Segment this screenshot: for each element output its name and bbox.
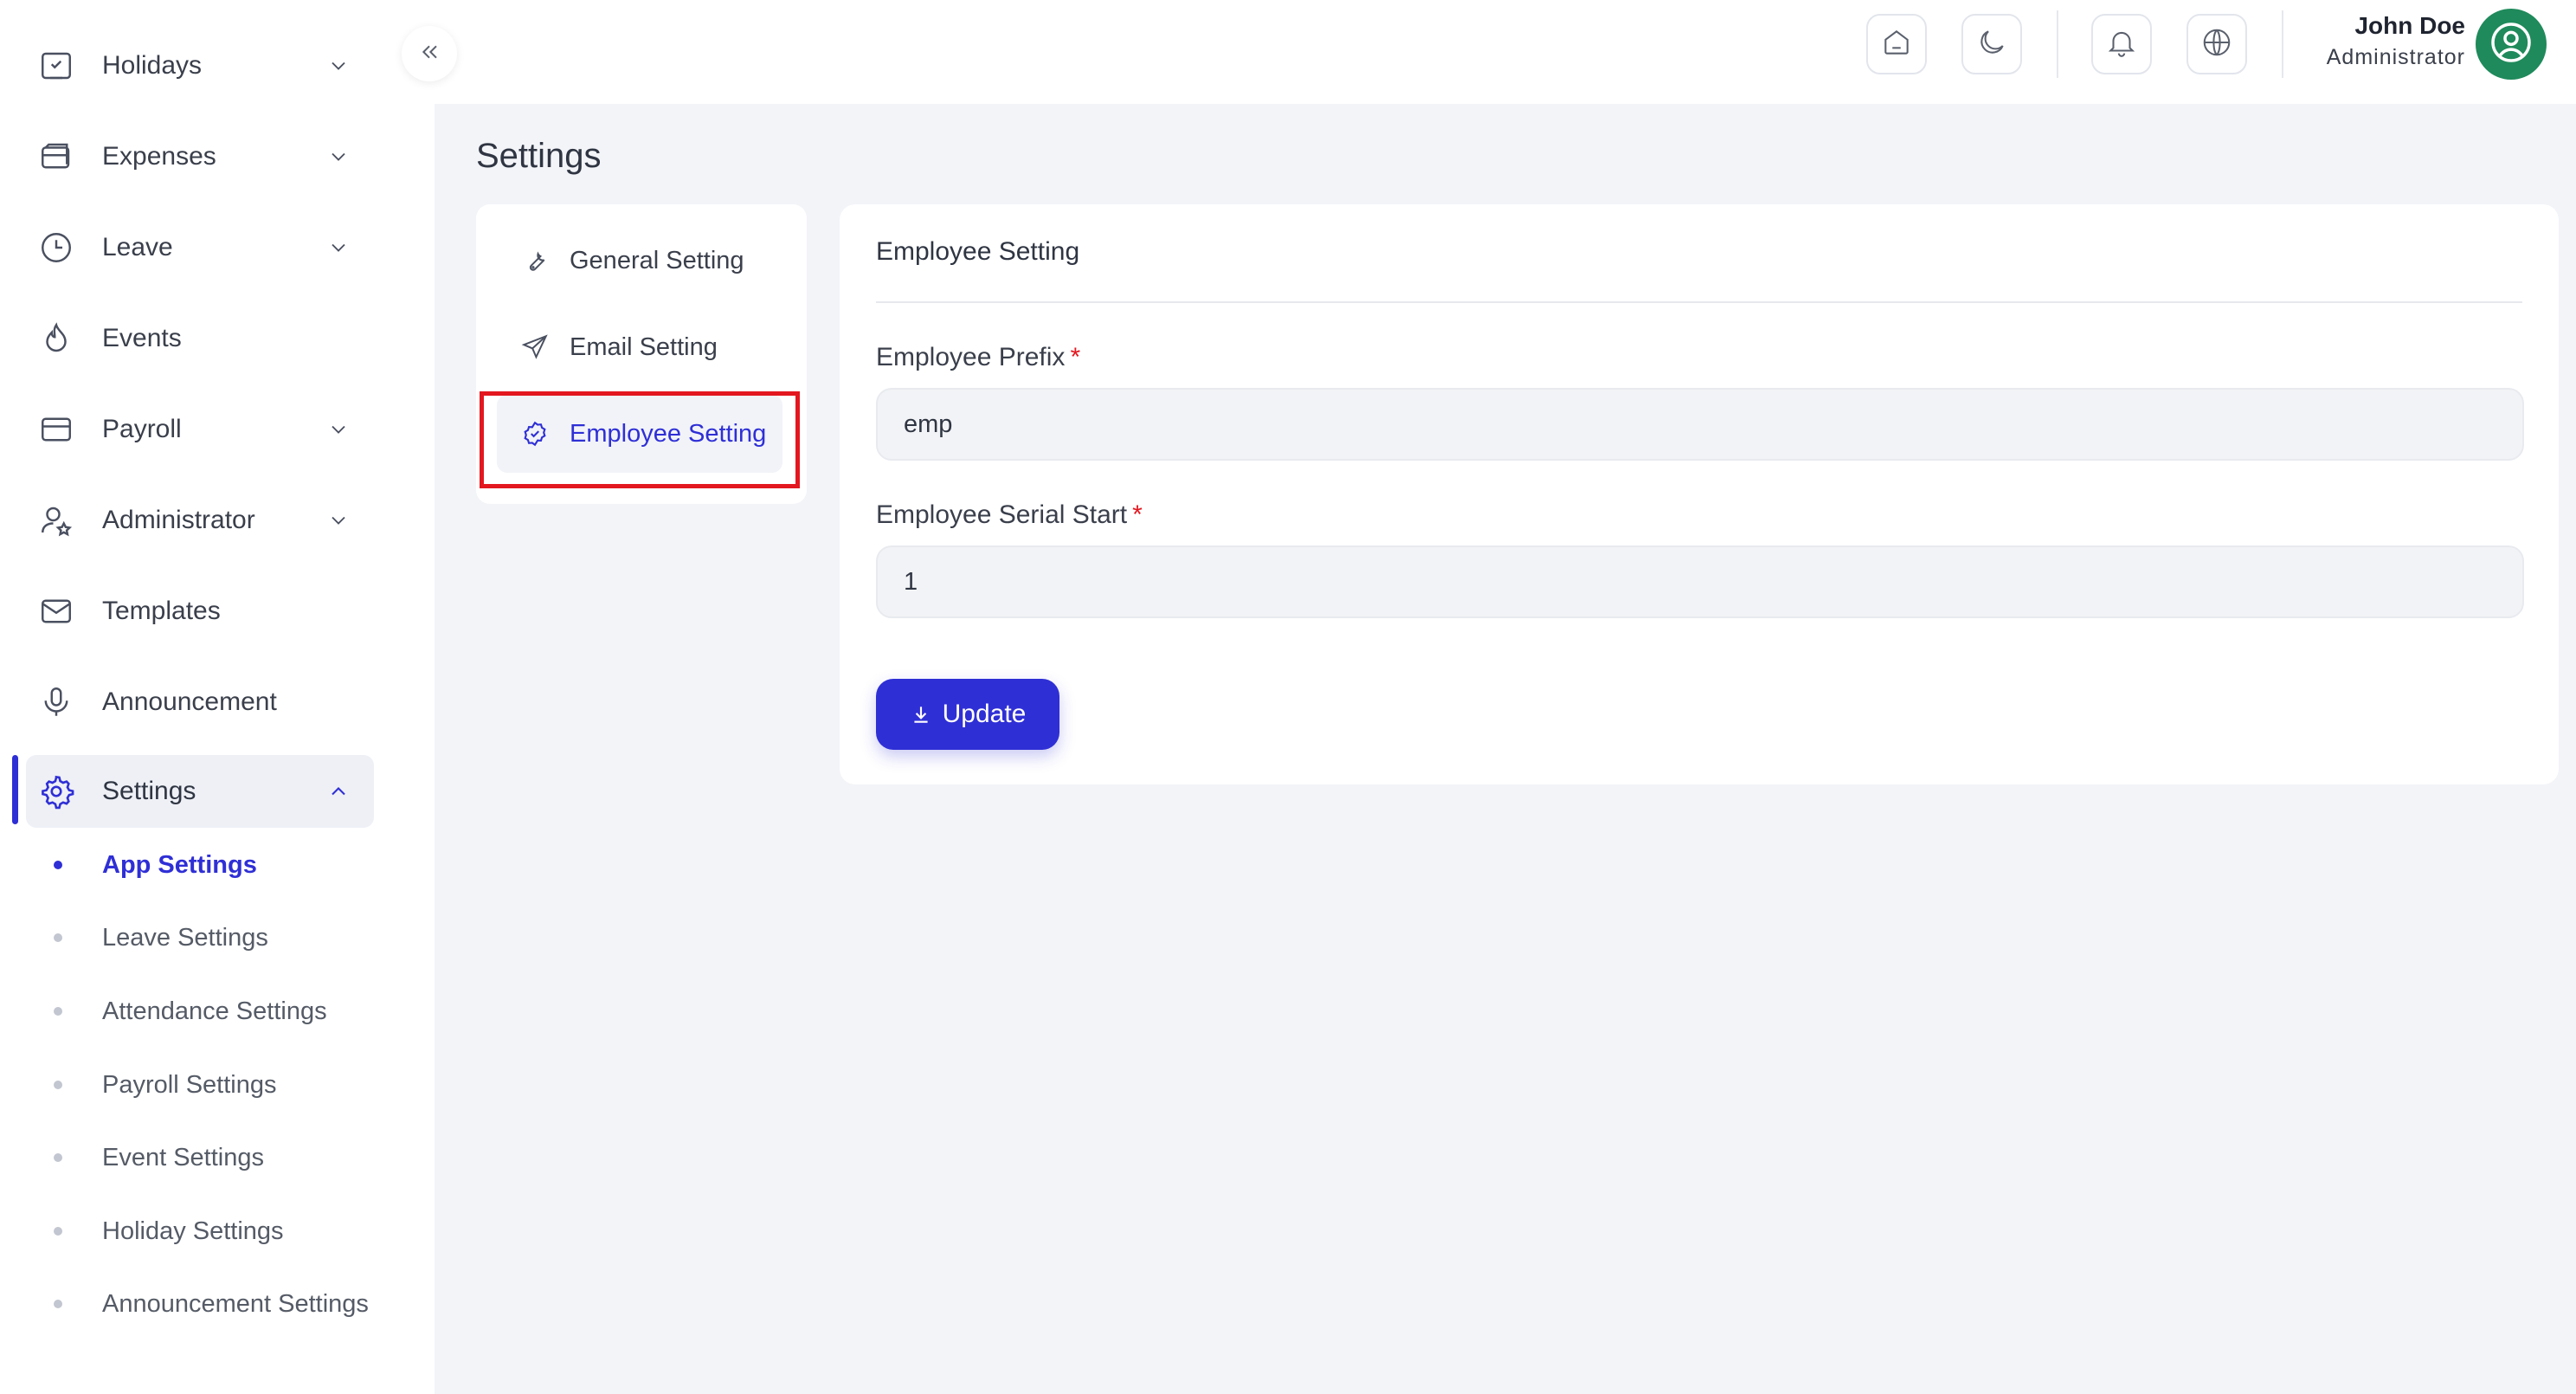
submenu-label: Leave Settings xyxy=(102,923,268,952)
submenu-label: Announcement Settings xyxy=(102,1289,369,1318)
submenu-leave-settings[interactable]: Leave Settings xyxy=(54,919,268,957)
submenu-attendance-settings[interactable]: Attendance Settings xyxy=(54,992,327,1030)
sidebar-item-label: Templates xyxy=(102,597,221,625)
submenu-label: Holiday Settings xyxy=(102,1217,284,1245)
sidebar-item-templates[interactable]: Templates xyxy=(26,575,374,648)
collapse-sidebar-button[interactable] xyxy=(402,26,457,81)
chevron-down-icon xyxy=(325,507,351,533)
sidebar-item-label: Expenses xyxy=(102,142,216,171)
settings-menu-email[interactable]: Email Setting xyxy=(497,308,782,386)
bell-icon xyxy=(2105,26,2138,63)
submenu-label: Attendance Settings xyxy=(102,997,327,1025)
flame-icon xyxy=(36,319,76,358)
submenu-label: Payroll Settings xyxy=(102,1070,277,1099)
card-title: Employee Setting xyxy=(876,237,1080,266)
gear-icon xyxy=(36,771,76,811)
sidebar-item-label: Leave xyxy=(102,233,173,261)
label-text: Employee Serial Start xyxy=(876,500,1128,529)
chevron-up-icon xyxy=(325,778,351,804)
bullet-dot xyxy=(54,1081,62,1089)
divider xyxy=(2057,10,2058,78)
sidebar-item-label: Events xyxy=(102,324,182,352)
chevron-down-icon xyxy=(325,416,351,442)
submenu-event-settings[interactable]: Event Settings xyxy=(54,1139,264,1177)
moon-icon xyxy=(1975,26,2008,63)
language-button[interactable] xyxy=(2186,14,2247,74)
bullet-dot xyxy=(54,861,62,869)
sidebar: Holidays Expenses Leave Events Payroll A xyxy=(0,0,435,1394)
sidebar-item-events[interactable]: Events xyxy=(26,302,374,375)
microphone-icon xyxy=(36,682,76,722)
divider xyxy=(2282,10,2283,78)
globe-icon xyxy=(2200,26,2233,63)
sidebar-item-label: Holidays xyxy=(102,51,203,80)
sidebar-item-settings[interactable]: Settings xyxy=(26,755,374,828)
wallet-icon xyxy=(36,137,76,177)
active-indicator xyxy=(12,755,18,824)
bullet-dot xyxy=(54,1153,62,1162)
clock-icon xyxy=(36,228,76,268)
submenu-label: Event Settings xyxy=(102,1143,264,1171)
sidebar-item-label: Announcement xyxy=(102,687,277,716)
chevron-down-icon xyxy=(325,235,351,261)
sidebar-item-label: Settings xyxy=(102,777,196,805)
user-star-icon xyxy=(36,500,76,540)
mail-icon xyxy=(36,591,76,631)
home-icon xyxy=(1880,26,1913,63)
wrench-icon xyxy=(519,245,551,276)
avatar[interactable] xyxy=(2476,9,2547,80)
sidebar-item-announcement[interactable]: Announcement xyxy=(26,666,374,739)
employee-setting-card: Employee Setting Employee Prefix* Employ… xyxy=(840,204,2559,784)
bullet-dot xyxy=(54,933,62,942)
chevrons-left-icon xyxy=(415,38,443,70)
sidebar-item-label: Payroll xyxy=(102,415,182,443)
send-icon xyxy=(519,332,551,363)
sidebar-item-administrator[interactable]: Administrator xyxy=(26,484,374,557)
highlight-box xyxy=(480,391,800,488)
settings-menu-general[interactable]: General Setting xyxy=(497,222,782,300)
settings-menu-label: General Setting xyxy=(570,246,744,274)
chevron-down-icon xyxy=(325,53,351,79)
sidebar-item-holidays[interactable]: Holidays xyxy=(26,29,374,102)
top-bar: John Doe Administrator xyxy=(435,0,2576,104)
page-title: Settings xyxy=(476,137,602,175)
employee-serial-start-label: Employee Serial Start * xyxy=(876,500,1143,530)
required-mark: * xyxy=(1070,343,1081,371)
sidebar-item-label: Administrator xyxy=(102,506,255,534)
update-button[interactable]: Update xyxy=(876,679,1059,750)
bullet-dot xyxy=(54,1227,62,1236)
theme-toggle-button[interactable] xyxy=(1961,14,2022,74)
submenu-payroll-settings[interactable]: Payroll Settings xyxy=(54,1066,277,1104)
update-button-label: Update xyxy=(942,700,1027,728)
employee-prefix-input[interactable] xyxy=(876,388,2524,461)
user-circle-icon xyxy=(2487,18,2535,71)
sidebar-item-expenses[interactable]: Expenses xyxy=(26,120,374,193)
bullet-dot xyxy=(54,1300,62,1308)
download-icon xyxy=(914,707,928,723)
divider xyxy=(876,301,2522,303)
credit-card-icon xyxy=(36,410,76,449)
calendar-check-icon xyxy=(36,46,76,86)
label-text: Employee Prefix xyxy=(876,343,1066,371)
submenu-app-settings[interactable]: App Settings xyxy=(54,846,257,884)
user-name[interactable]: John Doe xyxy=(2354,12,2465,40)
submenu-announcement-settings[interactable]: Announcement Settings xyxy=(54,1285,369,1323)
notifications-button[interactable] xyxy=(2091,14,2152,74)
settings-menu-label: Email Setting xyxy=(570,332,718,361)
required-mark: * xyxy=(1132,500,1143,529)
user-role: Administrator xyxy=(2326,45,2465,69)
submenu-label: App Settings xyxy=(102,850,257,879)
sidebar-item-payroll[interactable]: Payroll xyxy=(26,393,374,466)
submenu-holiday-settings[interactable]: Holiday Settings xyxy=(54,1212,284,1250)
sidebar-item-leave[interactable]: Leave xyxy=(26,211,374,284)
chevron-down-icon xyxy=(325,144,351,170)
employee-prefix-label: Employee Prefix * xyxy=(876,343,1080,372)
employee-serial-start-input[interactable] xyxy=(876,545,2524,618)
home-button[interactable] xyxy=(1866,14,1927,74)
bullet-dot xyxy=(54,1007,62,1016)
